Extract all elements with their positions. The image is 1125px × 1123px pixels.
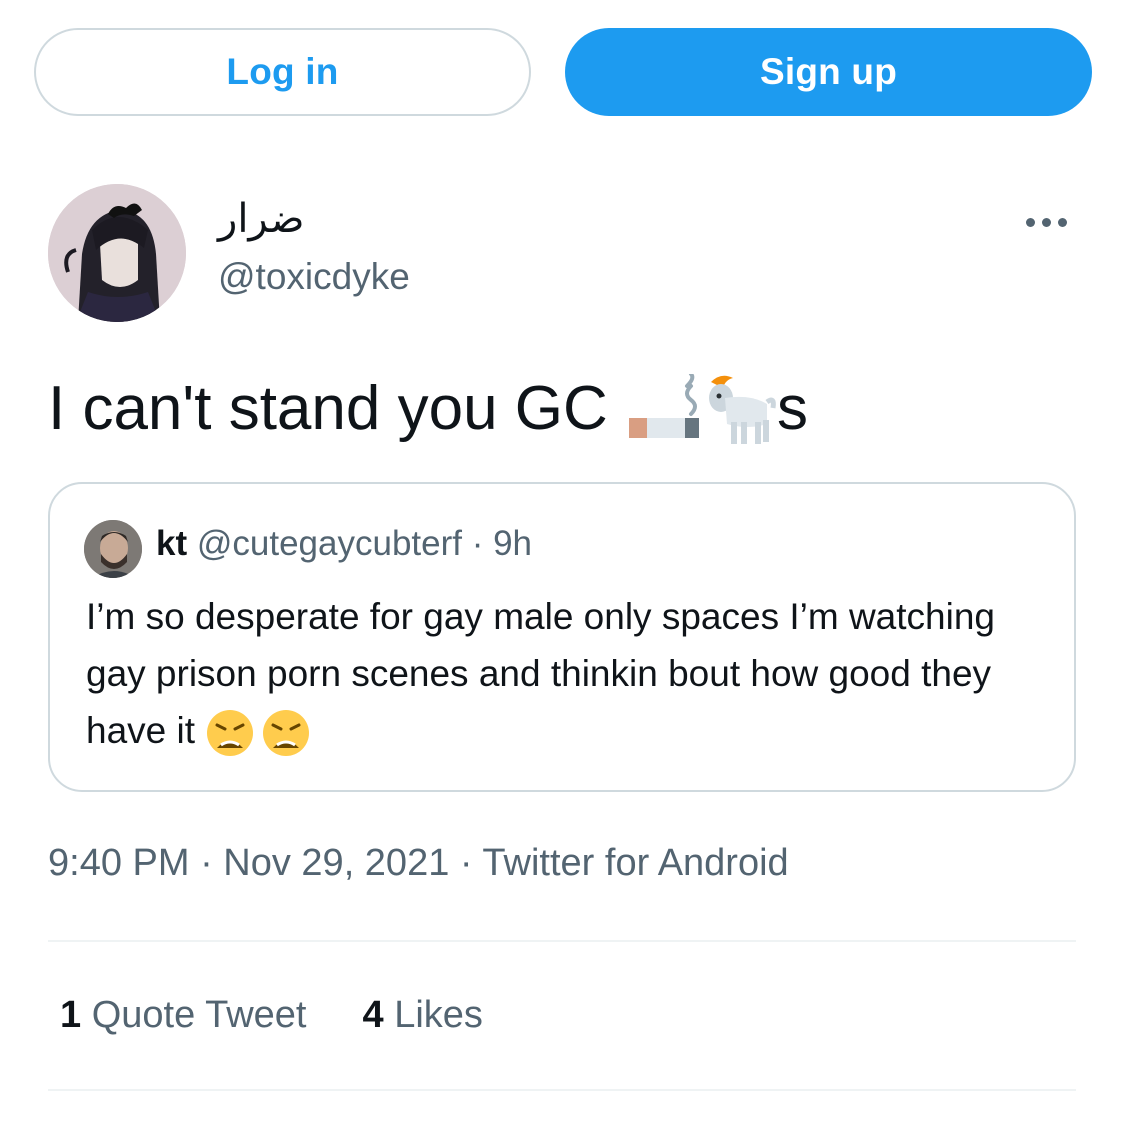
quote-tweets-stat[interactable]: 1 Quote Tweet (60, 994, 306, 1037)
signup-button[interactable]: Sign up (565, 28, 1092, 116)
tweet-text-suffix: s (777, 374, 809, 443)
divider (48, 1089, 1076, 1091)
weary-face-emoji (263, 710, 310, 757)
quoted-header: kt @cutegaycubterf · 9h (156, 524, 532, 564)
quoted-meta: @cutegaycubterf · 9h (196, 524, 533, 563)
likes-stat[interactable]: 4 Likes (362, 994, 482, 1037)
tweet-text: I can't stand you GC s (48, 372, 808, 446)
quoted-tweet[interactable]: kt @cutegaycubterf · 9h I’m so desperate… (48, 482, 1076, 792)
display-name[interactable]: ضرار (218, 196, 304, 242)
like-label: Likes (394, 994, 483, 1036)
quoted-text: I’m so desperate for gay male only space… (86, 588, 1046, 759)
like-count: 4 (362, 994, 384, 1036)
tweet-text-prefix: I can't stand you GC (48, 374, 626, 443)
more-options-icon[interactable] (1026, 212, 1076, 232)
quote-count: 1 (60, 994, 82, 1036)
tweet-timestamp[interactable]: 9:40 PM · Nov 29, 2021 · Twitter for And… (48, 842, 789, 885)
avatar[interactable] (48, 184, 186, 322)
cigarette-emoji (629, 374, 700, 438)
login-button[interactable]: Log in (34, 28, 531, 116)
quoted-avatar[interactable] (84, 520, 142, 578)
divider (48, 940, 1076, 942)
weary-face-emoji (207, 710, 254, 757)
goat-emoji (709, 375, 776, 444)
quote-label: Quote Tweet (91, 994, 307, 1036)
quoted-name[interactable]: kt (156, 524, 187, 563)
user-handle[interactable]: @toxicdyke (218, 256, 410, 298)
tweet-stats: 1 Quote Tweet 4 Likes (60, 994, 483, 1037)
